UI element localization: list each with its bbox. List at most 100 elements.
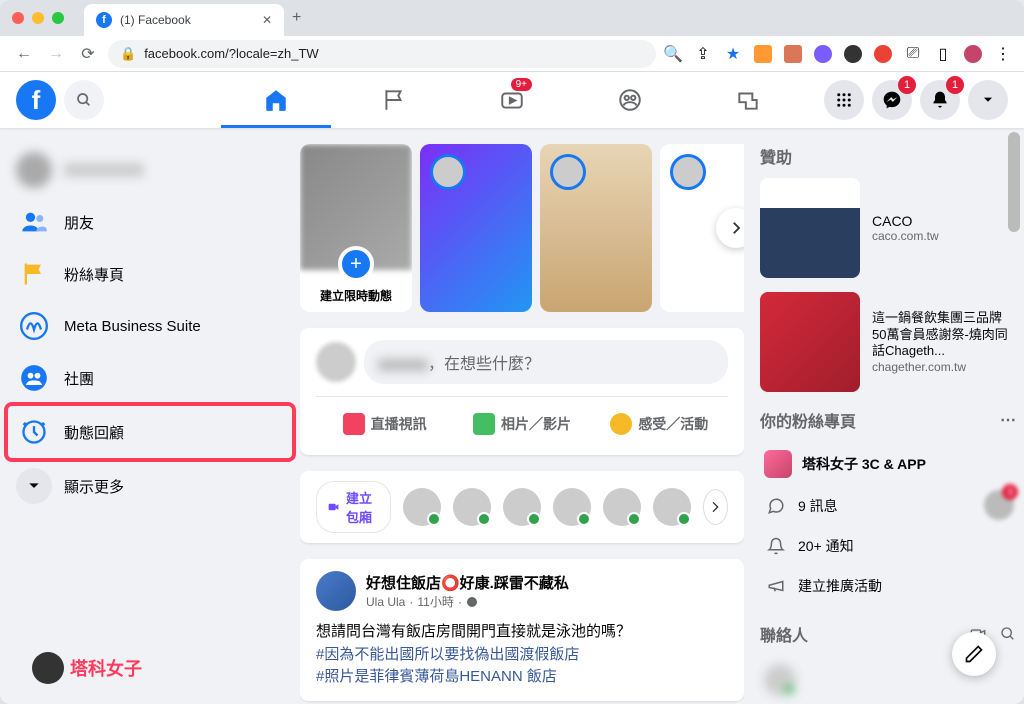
watch-badge: 9+ bbox=[511, 78, 532, 91]
right-sidebar: 贊助 CACO caco.com.tw 這一鍋餐飲集團三品牌50萬會員感謝祭-燒… bbox=[744, 128, 1024, 704]
url-text: facebook.com/?locale=zh_TW bbox=[144, 46, 319, 61]
user-avatar[interactable] bbox=[316, 342, 356, 382]
story-card[interactable] bbox=[420, 144, 532, 312]
room-contact-avatar[interactable] bbox=[553, 488, 591, 526]
room-contact-avatar[interactable] bbox=[503, 488, 541, 526]
clock-icon bbox=[16, 414, 52, 450]
search-button[interactable] bbox=[64, 80, 104, 120]
composer-feeling[interactable]: 感受／活動 bbox=[591, 405, 728, 443]
zoom-icon[interactable]: 🔍 bbox=[664, 45, 682, 63]
tab-title: (1) Facebook bbox=[120, 13, 191, 27]
back-button[interactable]: ← bbox=[12, 45, 36, 63]
cast-icon[interactable]: ⎚ bbox=[904, 45, 922, 63]
composer-photo-video[interactable]: 相片／影片 bbox=[453, 405, 590, 443]
window-controls bbox=[12, 12, 64, 24]
sponsored-ad[interactable]: 這一鍋餐飲集團三品牌50萬會員感謝祭-燒肉同話Chageth... chaget… bbox=[760, 292, 1016, 392]
new-message-button[interactable] bbox=[952, 632, 996, 676]
room-contact-avatar[interactable] bbox=[603, 488, 641, 526]
composer-live-video[interactable]: 直播視訊 bbox=[316, 405, 453, 443]
nav-watch[interactable]: 9+ bbox=[457, 74, 567, 126]
extension-icon[interactable] bbox=[754, 45, 772, 63]
post-page-avatar[interactable] bbox=[316, 571, 356, 611]
reload-button[interactable]: ⟳ bbox=[76, 44, 100, 64]
hashtag-link[interactable]: #因為不能出國所以要找偽出國渡假飯店 bbox=[316, 644, 728, 667]
extension-icon[interactable] bbox=[844, 45, 862, 63]
room-contact-avatar[interactable] bbox=[453, 488, 491, 526]
nav-gaming[interactable] bbox=[693, 74, 803, 126]
forward-button[interactable]: → bbox=[44, 45, 68, 63]
nav-groups[interactable] bbox=[575, 74, 685, 126]
post-page-name[interactable]: 好想住飯店⭕好康.踩雷不藏私 bbox=[366, 572, 569, 593]
nav-home[interactable] bbox=[221, 74, 331, 126]
facebook-logo[interactable]: f bbox=[16, 80, 56, 120]
search-contacts-icon[interactable] bbox=[1000, 626, 1016, 642]
messenger-button[interactable]: 1 bbox=[872, 80, 912, 120]
page-notifications-link[interactable]: 20+ 通知 bbox=[760, 526, 1016, 566]
grid-icon bbox=[835, 91, 853, 109]
flag-icon bbox=[16, 256, 52, 292]
notifications-button[interactable]: 1 bbox=[920, 80, 960, 120]
nav-pages[interactable] bbox=[339, 74, 449, 126]
sidebar-item-pages[interactable]: 粉絲專頁 bbox=[8, 248, 292, 300]
create-story-card[interactable]: + 建立限時動態 bbox=[300, 144, 412, 312]
sidebar-item-see-more[interactable]: 顯示更多 bbox=[8, 460, 292, 512]
new-tab-button[interactable]: + bbox=[292, 9, 301, 27]
sidebar-item-label: 顯示更多 bbox=[64, 476, 124, 497]
maximize-window-button[interactable] bbox=[52, 12, 64, 24]
post-author[interactable]: Ula Ula bbox=[366, 595, 405, 609]
extension-icon[interactable] bbox=[784, 45, 802, 63]
friends-icon bbox=[16, 204, 52, 240]
ad-domain: caco.com.tw bbox=[872, 229, 939, 243]
hashtag-link[interactable]: #照片是菲律賓薄荷島HENANN 飯店 bbox=[316, 666, 728, 689]
video-camera-icon bbox=[343, 413, 365, 435]
side-panel-icon[interactable]: ▯ bbox=[934, 45, 952, 63]
more-menu-icon[interactable]: ⋯ bbox=[1000, 410, 1016, 430]
ad-title: 這一鍋餐飲集團三品牌50萬會員感謝祭-燒肉同話Chageth... bbox=[872, 310, 1016, 361]
minimize-window-button[interactable] bbox=[32, 12, 44, 24]
header-right: 1 1 bbox=[824, 80, 1008, 120]
composer-input[interactable]: ，在想些什麼？ bbox=[364, 340, 728, 384]
browser-tab[interactable]: f (1) Facebook ✕ bbox=[84, 4, 284, 36]
bookmark-star-icon[interactable]: ★ bbox=[724, 45, 742, 63]
address-bar[interactable]: 🔒 facebook.com/?locale=zh_TW bbox=[108, 40, 656, 68]
account-menu-button[interactable] bbox=[968, 80, 1008, 120]
extension-icon[interactable] bbox=[874, 45, 892, 63]
action-label: 感受／活動 bbox=[638, 414, 708, 434]
sidebar-item-profile[interactable] bbox=[8, 144, 292, 196]
megaphone-icon bbox=[764, 574, 788, 598]
sidebar-item-friends[interactable]: 朋友 bbox=[8, 196, 292, 248]
story-avatar bbox=[670, 154, 706, 190]
scrollbar[interactable] bbox=[1008, 132, 1020, 232]
floating-contact-badge[interactable] bbox=[984, 490, 1014, 520]
blurred-username bbox=[378, 359, 428, 371]
room-contact-avatar[interactable] bbox=[403, 488, 441, 526]
close-tab-icon[interactable]: ✕ bbox=[262, 13, 272, 27]
rooms-card: 建立包廂 bbox=[300, 471, 744, 543]
rooms-next-button[interactable] bbox=[703, 489, 728, 525]
chat-bubble-icon bbox=[764, 494, 788, 518]
extension-icon[interactable] bbox=[814, 45, 832, 63]
share-icon[interactable]: ⇪ bbox=[694, 45, 712, 63]
page-promote-link[interactable]: 建立推廣活動 bbox=[760, 566, 1016, 606]
page-messages-link[interactable]: 9 訊息 bbox=[760, 486, 1016, 526]
chevron-down-icon bbox=[981, 93, 995, 107]
sponsored-ad[interactable]: CACO caco.com.tw bbox=[760, 178, 1016, 278]
globe-icon bbox=[466, 596, 478, 608]
close-window-button[interactable] bbox=[12, 12, 24, 24]
page-link[interactable]: 塔科女子 3C & APP bbox=[760, 442, 1016, 486]
photo-icon bbox=[473, 413, 495, 435]
sidebar-item-groups[interactable]: 社團 bbox=[8, 352, 292, 404]
room-create-label: 建立包廂 bbox=[346, 488, 380, 526]
page-name-label: 塔科女子 3C & APP bbox=[802, 454, 926, 474]
story-card[interactable] bbox=[540, 144, 652, 312]
menu-icon[interactable]: ⋮ bbox=[994, 45, 1012, 63]
profile-avatar-icon[interactable] bbox=[964, 45, 982, 63]
contacts-heading: 聯絡人 bbox=[760, 622, 808, 646]
ad-domain: chagether.com.tw bbox=[872, 360, 1016, 374]
sidebar-item-memories[interactable]: 動態回顧 bbox=[8, 406, 292, 458]
arrow-right-icon bbox=[727, 219, 744, 237]
room-contact-avatar[interactable] bbox=[653, 488, 691, 526]
create-room-button[interactable]: 建立包廂 bbox=[316, 481, 391, 533]
menu-grid-button[interactable] bbox=[824, 80, 864, 120]
sidebar-item-meta-business[interactable]: Meta Business Suite bbox=[8, 300, 292, 352]
